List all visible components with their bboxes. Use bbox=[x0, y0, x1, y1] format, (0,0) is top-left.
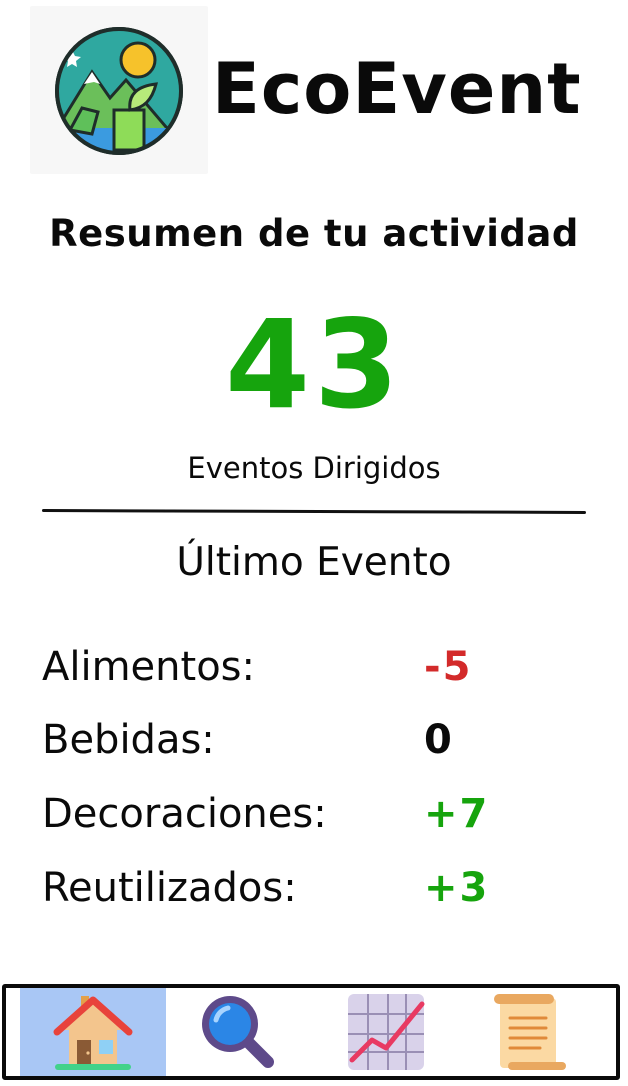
stat-label: Reutilizados: bbox=[42, 865, 297, 911]
section-divider bbox=[41, 509, 587, 514]
stat-row-bebidas: Bebidas: 0 bbox=[42, 710, 582, 770]
events-led-label: Eventos Dirigidos bbox=[187, 451, 441, 485]
stat-label: Alimentos: bbox=[42, 644, 255, 690]
app-name: EcoEvent bbox=[212, 48, 582, 130]
search-icon bbox=[202, 996, 274, 1068]
stat-row-decoraciones: Decoraciones: +7 bbox=[42, 784, 582, 844]
events-led-count: 43 bbox=[225, 294, 403, 436]
scroll-icon bbox=[494, 994, 566, 1070]
nav-home-button[interactable] bbox=[20, 988, 166, 1076]
eco-landscape-logo-icon bbox=[55, 27, 183, 155]
home-icon bbox=[53, 996, 133, 1070]
nav-history-button[interactable] bbox=[458, 988, 604, 1076]
stat-row-reutilizados: Reutilizados: +3 bbox=[42, 858, 582, 918]
app-logo bbox=[30, 6, 208, 174]
stat-label: Bebidas: bbox=[42, 717, 215, 763]
stat-value: 0 bbox=[424, 717, 454, 763]
last-event-title: Último Evento bbox=[176, 540, 452, 585]
summary-title: Resumen de tu actividad bbox=[49, 212, 579, 255]
nav-search-button[interactable] bbox=[166, 988, 312, 1076]
stat-value: -5 bbox=[424, 644, 473, 690]
stat-value: +7 bbox=[424, 791, 490, 837]
nav-stats-button[interactable] bbox=[312, 988, 458, 1076]
chart-icon bbox=[348, 994, 425, 1070]
stat-value: +3 bbox=[424, 865, 490, 911]
bottom-nav-bar bbox=[2, 984, 620, 1080]
stat-label: Decoraciones: bbox=[42, 791, 327, 837]
stat-row-alimentos: Alimentos: -5 bbox=[42, 637, 582, 697]
